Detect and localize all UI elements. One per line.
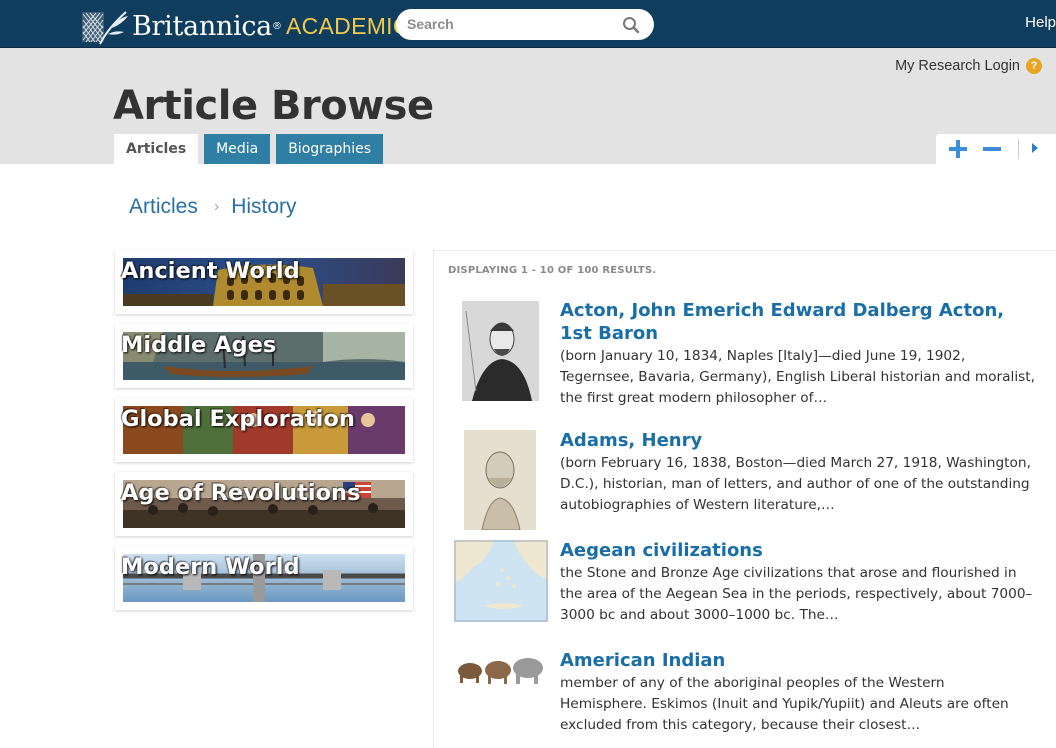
results-count: DISPLAYING 1 - 10 OF 100 RESULTS. — [448, 265, 657, 276]
question-icon[interactable]: ? — [1026, 58, 1042, 74]
tab-biographies[interactable]: Biographies — [276, 134, 384, 164]
result-description: the Stone and Bronze Age civilizations t… — [560, 565, 1033, 623]
result-description: (born February 16, 1838, Boston—died Mar… — [560, 455, 1031, 513]
result-title[interactable]: Adams, Henry — [560, 429, 1020, 452]
aegean-map-thumbnail[interactable] — [454, 540, 548, 622]
brand-name: Britannica — [132, 10, 272, 42]
adams-portrait-thumbnail[interactable] — [464, 430, 536, 530]
category-label: Ancient World — [121, 258, 300, 284]
browse-tabs: Articles Media Biographies — [114, 134, 389, 164]
search-input[interactable] — [407, 16, 607, 32]
research-login-label[interactable]: My Research Login — [895, 58, 1020, 74]
chevron-right-icon: › — [213, 198, 220, 215]
breadcrumb: Articles › History — [129, 195, 297, 219]
minus-icon[interactable] — [982, 139, 1002, 159]
result-title[interactable]: Acton, John Emerich Edward Dalberg Acton… — [560, 299, 1020, 345]
category-global-exploration[interactable]: Global Exploration — [115, 398, 413, 462]
arrow-right-icon[interactable] — [1032, 143, 1038, 153]
category-middle-ages[interactable]: Middle Ages — [115, 324, 413, 388]
registered-mark: ® — [271, 20, 282, 32]
category-list: Ancient World Middle Ages Global Explora… — [115, 250, 413, 620]
category-label: Age of Revolutions — [121, 480, 361, 506]
search-box — [396, 9, 654, 40]
category-age-of-revolutions[interactable]: Age of Revolutions — [115, 472, 413, 536]
plus-icon[interactable] — [948, 139, 968, 159]
result-description: member of any of the aboriginal peoples … — [560, 675, 1009, 733]
results-panel: DISPLAYING 1 - 10 OF 100 RESULTS. Acton,… — [433, 250, 1056, 748]
top-bar: Britannica® ACADEMIC Help — [0, 0, 1056, 48]
tab-media[interactable]: Media — [204, 134, 271, 164]
research-login[interactable]: My Research Login ? — [895, 58, 1042, 74]
result-title[interactable]: Aegean civilizations — [560, 539, 1020, 562]
breadcrumb-articles[interactable]: Articles — [129, 195, 198, 219]
tab-articles[interactable]: Articles — [114, 134, 199, 164]
search-icon[interactable] — [622, 16, 640, 34]
help-link[interactable]: Help — [1025, 14, 1056, 31]
page-title: Article Browse — [113, 83, 434, 129]
category-modern-world[interactable]: Modern World — [115, 546, 413, 610]
category-ancient-world[interactable]: Ancient World — [115, 250, 413, 314]
category-label: Modern World — [121, 554, 300, 580]
acton-portrait-thumbnail[interactable] — [462, 301, 539, 401]
header-band: My Research Login ? Article Browse Artic… — [0, 48, 1056, 164]
breadcrumb-history[interactable]: History — [231, 195, 296, 219]
britannica-logo[interactable]: Britannica ® ACADEMIC — [78, 6, 410, 46]
divider — [1018, 139, 1019, 159]
result-title[interactable]: American Indian — [560, 649, 1020, 672]
result-description: (born January 10, 1834, Naples [Italy]—d… — [560, 348, 1035, 406]
brand-sub: ACADEMIC — [285, 12, 410, 39]
category-label: Middle Ages — [121, 332, 277, 358]
text-size-controls — [936, 134, 1056, 164]
category-label: Global Exploration — [121, 406, 355, 432]
american-indian-thumbnail[interactable] — [454, 649, 548, 689]
thistle-logo-icon — [82, 11, 128, 45]
